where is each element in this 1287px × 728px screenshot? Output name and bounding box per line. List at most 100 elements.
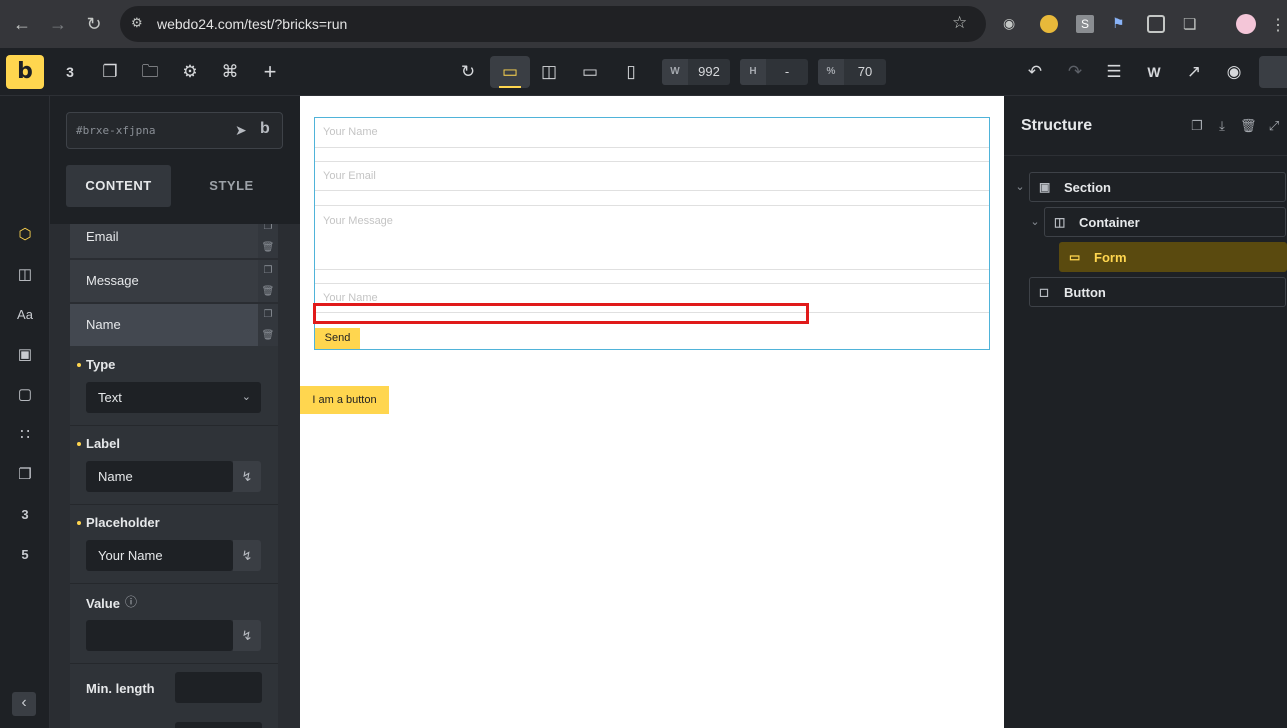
section-icon: ▣ — [1039, 180, 1051, 194]
placeholder-input[interactable]: Your Name — [86, 540, 233, 571]
external-link-icon[interactable]: ↗ — [1182, 60, 1206, 84]
clone-icon[interactable]: ❐ — [258, 224, 278, 237]
breakpoint-tablet-landscape-icon[interactable]: ◫ — [537, 60, 561, 84]
menu-kebab-icon[interactable]: ⋮ — [1270, 15, 1287, 34]
border-icon[interactable]: ▢ — [13, 383, 37, 407]
layout-icon[interactable]: ◫ — [13, 263, 37, 287]
maxlength-input[interactable] — [175, 722, 262, 728]
preview-eye-icon[interactable]: ◉ — [1222, 60, 1246, 84]
name-field[interactable]: Your Name — [315, 118, 989, 148]
repeater-item-message[interactable]: Message — [70, 260, 258, 302]
save-button[interactable] — [1259, 56, 1287, 88]
redo-icon[interactable]: ↷ — [1063, 60, 1087, 84]
pointer-icon[interactable]: ➤ — [235, 122, 247, 139]
box-3d-icon[interactable]: ❐ — [13, 463, 37, 487]
type-select[interactable]: Text ⌄ — [86, 382, 261, 413]
repeater-item-controls: ❐ 🗑 — [258, 224, 278, 258]
width-key: W — [662, 59, 688, 85]
spacing-icon[interactable]: ▣ — [13, 343, 37, 367]
trash-icon[interactable]: 🗑 — [1240, 118, 1257, 134]
message-field[interactable]: Your Message — [315, 205, 989, 270]
tab-style[interactable]: STYLE — [179, 165, 284, 207]
breakpoint-tablet-icon[interactable]: ▭ — [578, 60, 602, 84]
clone-icon[interactable]: ❐ — [258, 304, 278, 325]
forward-icon[interactable]: → — [46, 12, 70, 36]
download-icon[interactable]: ⤓ — [1214, 118, 1230, 134]
bookmark-star-icon[interactable]: ☆ — [952, 13, 967, 33]
extensions-puzzle-icon[interactable]: ❏ — [1183, 15, 1201, 33]
structure-node-section[interactable]: ▣ Section — [1029, 172, 1286, 202]
css3-rail-icon[interactable]: 3 — [13, 503, 37, 527]
structure-node-button[interactable]: ◻ Button — [1029, 277, 1286, 307]
height-value[interactable]: - — [766, 59, 808, 85]
bricks-logo[interactable]: b — [6, 55, 44, 89]
trash-icon[interactable]: 🗑 — [258, 237, 278, 258]
clone-icon[interactable]: ❐ — [258, 260, 278, 281]
minlength-input[interactable] — [175, 672, 262, 703]
cube-icon[interactable]: ⬡ — [13, 223, 37, 247]
badge-extension-icon[interactable]: ⚑ — [1112, 15, 1130, 33]
grid-dots-icon[interactable]: ∷ — [13, 423, 37, 447]
compass-extension-icon[interactable] — [1040, 15, 1058, 33]
reload-icon[interactable]: ↻ — [82, 12, 106, 36]
pages-icon[interactable]: ❐ — [98, 60, 122, 84]
s-extension-icon[interactable]: S — [1076, 15, 1094, 33]
clipboard-icon[interactable]: ❐ — [1189, 118, 1205, 134]
breakpoint-desktop-button[interactable]: ▭ — [490, 56, 530, 88]
wordpress-icon[interactable]: W — [1142, 60, 1166, 84]
dynamic-data-bolt-icon[interactable]: ↯ — [233, 540, 261, 571]
container-icon: ◫ — [1054, 215, 1066, 229]
site-info-icon[interactable]: ⚙ — [131, 15, 149, 33]
command-icon[interactable]: ⌘ — [218, 60, 242, 84]
value-label: Value — [86, 596, 120, 611]
structure-node-form[interactable]: ▭ Form — [1059, 242, 1287, 272]
i-am-a-button[interactable]: I am a button — [300, 386, 389, 414]
zoom-value[interactable]: 70 — [844, 59, 886, 85]
image-extension-icon[interactable] — [1147, 15, 1165, 33]
back-icon[interactable]: ← — [10, 12, 34, 36]
camera-extension-icon[interactable]: ◉ — [1003, 15, 1021, 33]
url-text: webdo24.com/test/?bricks=run — [157, 16, 348, 32]
repeater-item-label: Message — [86, 273, 139, 288]
collapse-icon[interactable]: ⤢ — [1266, 118, 1282, 134]
dynamic-data-bolt-icon[interactable]: ↯ — [233, 461, 261, 492]
trash-icon[interactable]: 🗑 — [258, 281, 278, 302]
element-id-field[interactable]: #brxe-xfjpna ➤ b — [66, 112, 283, 149]
undo-icon[interactable]: ↶ — [1023, 60, 1047, 84]
changed-dot — [77, 442, 81, 446]
repeater-item-name[interactable]: Name — [70, 304, 258, 346]
zoom-field[interactable]: % 70 — [818, 59, 886, 85]
folder-icon[interactable]: 🗀 — [138, 60, 162, 84]
address-bar[interactable]: ⚙ webdo24.com/test/?bricks=run ☆ — [120, 6, 986, 42]
typography-icon[interactable]: Aa — [13, 303, 37, 327]
active-indicator — [499, 86, 521, 88]
email-field[interactable]: Your Email — [315, 161, 989, 191]
height-field[interactable]: H - — [740, 59, 808, 85]
node-label: Container — [1079, 215, 1140, 230]
html5-icon[interactable]: 5 — [13, 543, 37, 567]
trash-icon[interactable]: 🗑 — [258, 325, 278, 346]
add-element-icon[interactable]: + — [258, 60, 282, 84]
refresh-icon[interactable]: ↻ — [456, 60, 480, 84]
node-label: Form — [1094, 250, 1127, 265]
send-button[interactable]: Send — [315, 328, 360, 349]
label-input[interactable]: Name — [86, 461, 233, 492]
layers-icon[interactable]: ☰ — [1102, 60, 1126, 84]
tab-content[interactable]: CONTENT — [66, 165, 171, 207]
settings-gear-icon[interactable]: ⚙ — [178, 60, 202, 84]
collapse-panel-button[interactable]: ‹ — [12, 692, 36, 716]
breakpoint-mobile-icon[interactable]: ▯ — [619, 60, 643, 84]
repeater-item-email[interactable]: Email — [70, 224, 258, 258]
bricks-b-icon[interactable]: b — [260, 120, 270, 138]
profile-avatar[interactable] — [1236, 14, 1256, 34]
chevron-down-icon[interactable]: ⌄ — [1028, 215, 1042, 229]
structure-node-container[interactable]: ◫ Container — [1044, 207, 1286, 237]
value-input[interactable] — [86, 620, 233, 651]
chevron-down-icon[interactable]: ⌄ — [1013, 180, 1027, 194]
width-value[interactable]: 992 — [688, 59, 730, 85]
width-field[interactable]: W 992 — [662, 59, 730, 85]
css3-icon[interactable]: 3 — [58, 60, 82, 84]
dynamic-data-bolt-icon[interactable]: ↯ — [233, 620, 261, 651]
minlength-control: Min. length — [70, 664, 278, 728]
info-icon[interactable]: ⓘ — [125, 593, 137, 610]
